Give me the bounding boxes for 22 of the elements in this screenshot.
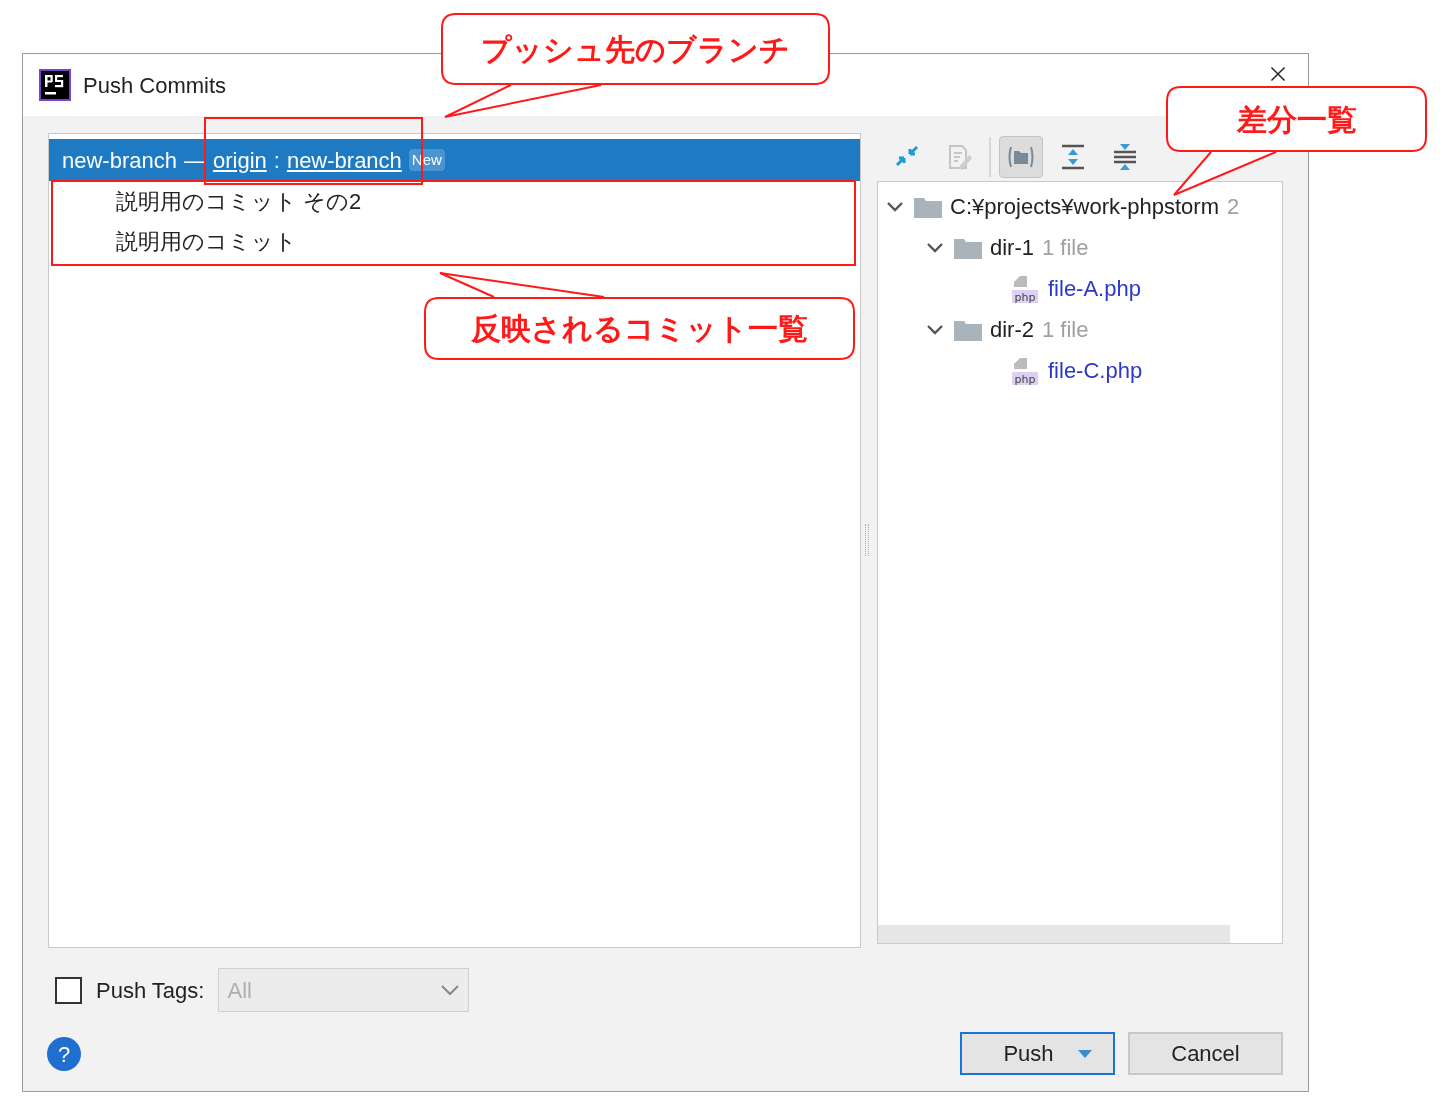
window-title: Push Commits	[83, 71, 227, 100]
callout-label: プッシュ先のブランチ	[481, 31, 790, 68]
push-tags-label: Push Tags:	[96, 976, 205, 1005]
file-label[interactable]: file-C.php	[1048, 354, 1143, 387]
separator-label: :	[273, 146, 280, 175]
callout-label: 反映されるコミット一覧	[471, 311, 808, 347]
folder-label[interactable]: dir-2	[990, 313, 1034, 346]
folder-label[interactable]: dir-1	[990, 231, 1034, 264]
push-button[interactable]: Push	[960, 1032, 1115, 1075]
callout-label: 差分一覧	[1236, 101, 1357, 138]
cancel-button[interactable]: Cancel	[1128, 1032, 1283, 1075]
commit-row[interactable]: 説明用のコミット その2	[49, 181, 860, 221]
remote-link[interactable]: origin	[212, 143, 267, 177]
file-count: 2	[1227, 193, 1240, 221]
file-count: 1 file	[1042, 234, 1089, 262]
commit-row[interactable]: 説明用のコミット	[49, 221, 860, 261]
folder-label[interactable]: C:¥projects¥work-phpstorm	[950, 190, 1219, 223]
remote-branch-link[interactable]: new-branch	[286, 143, 402, 177]
help-icon[interactable]: ?	[47, 1036, 81, 1071]
file-label[interactable]: file-A.php	[1048, 272, 1141, 305]
file-count: 1 file	[1042, 316, 1089, 344]
local-branch-label: new-branch	[62, 146, 177, 175]
